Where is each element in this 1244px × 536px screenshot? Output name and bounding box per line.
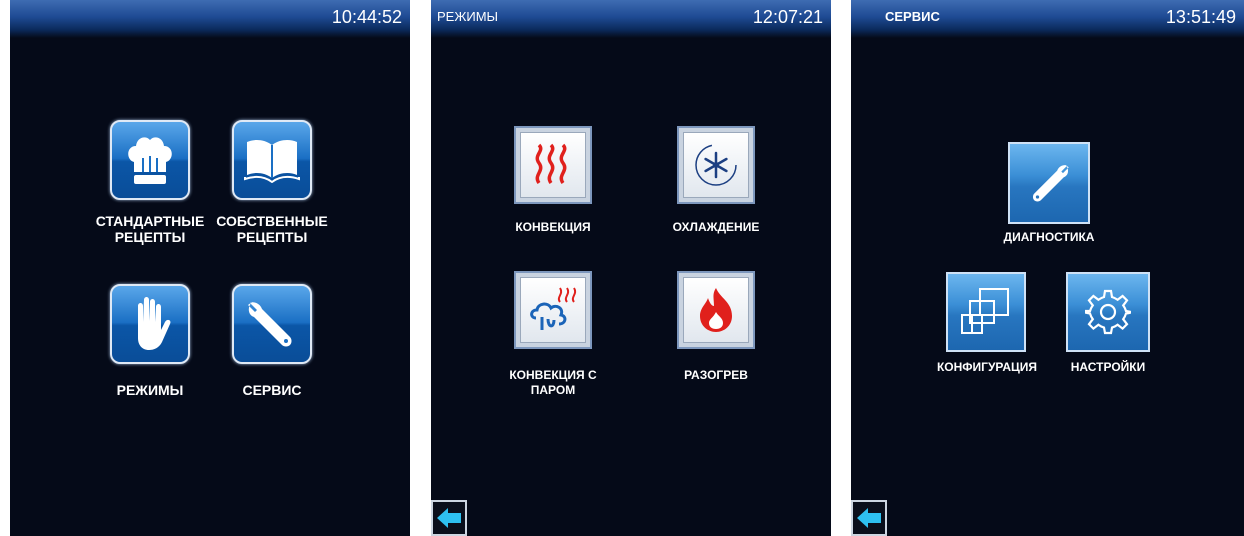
convection-label-line1: КОНВЕКЦИЯ — [515, 220, 591, 234]
back-arrow-icon — [437, 508, 461, 528]
steam-convection-label: КОНВЕКЦИЯ С ПАРОМ — [483, 368, 623, 398]
convection-button[interactable] — [514, 126, 592, 204]
flame-icon — [700, 288, 732, 332]
own-recipes-label: СОБСТВЕННЫЕ РЕЦЕПТЫ — [210, 213, 334, 245]
settings-label: НАСТРОЙКИ — [1038, 360, 1178, 375]
settings-button[interactable] — [1066, 272, 1150, 352]
steam-convection-icon — [530, 287, 577, 330]
convection-heat-icon — [535, 143, 567, 185]
own-recipes-button[interactable] — [232, 120, 312, 200]
steam-convection-label-line1: КОНВЕКЦИЯ С — [509, 368, 597, 382]
steam-convection-button[interactable] — [514, 271, 592, 349]
service-label-line1: СЕРВИС — [242, 382, 302, 398]
standard-recipes-label: СТАНДАРТНЫЕ РЕЦЕПТЫ — [88, 213, 212, 245]
service-label: СЕРВИС — [210, 382, 334, 398]
wrench-icon — [248, 302, 292, 347]
cooling-label: ОХЛАЖДЕНИЕ — [646, 220, 786, 235]
hand-icon — [138, 297, 171, 350]
preheat-button[interactable] — [677, 271, 755, 349]
wrench-icon — [1032, 164, 1069, 202]
cooling-fan-icon — [695, 144, 737, 186]
standard-recipes-label-line2: РЕЦЕПТЫ — [114, 229, 186, 245]
back-button[interactable] — [851, 500, 887, 536]
top-bar: 10:44:52 — [10, 0, 410, 38]
configuration-label-line1: КОНФИГУРАЦИЯ — [936, 360, 1038, 374]
back-arrow-icon — [857, 508, 881, 528]
own-recipes-label-line2: РЕЦЕПТЫ — [236, 229, 308, 245]
cooling-label-line1: ОХЛАЖДЕНИЕ — [672, 220, 760, 234]
settings-label-line1: НАСТРОЙКИ — [1070, 360, 1146, 374]
chef-hat-icon — [128, 137, 172, 184]
modes-screen: РЕЖИМЫ 12:07:21 КОНВЕКЦИЯ ОХЛАЖДЕНИЕ КОН… — [431, 0, 831, 536]
diagnostics-label: ДИАГНОСТИКА — [969, 230, 1129, 245]
service-screen: СЕРВИС 13:51:49 ДИАГНОСТИКА КОНФИГУРАЦИЯ… — [851, 0, 1244, 536]
clock: 12:07:21 — [752, 7, 823, 27]
clock: 10:44:52 — [331, 7, 402, 27]
main-menu-screen: 10:44:52 СТАНДАРТНЫЕ РЕЦЕПТЫ СОБСТВЕННЫЕ… — [10, 0, 410, 536]
modes-label: РЕЖИМЫ — [88, 382, 212, 398]
screen-title: СЕРВИС — [885, 9, 940, 24]
standard-recipes-label-line1: СТАНДАРТНЫЕ — [95, 213, 205, 229]
modes-button[interactable] — [110, 284, 190, 364]
screen-title: РЕЖИМЫ — [437, 9, 499, 24]
own-recipes-label-line1: СОБСТВЕННЫЕ — [216, 213, 328, 229]
configuration-windows-icon — [961, 288, 1009, 334]
back-button[interactable] — [431, 500, 467, 536]
configuration-label: КОНФИГУРАЦИЯ — [917, 360, 1057, 375]
preheat-label: РАЗОГРЕВ — [646, 368, 786, 383]
diagnostics-label-line1: ДИАГНОСТИКА — [1003, 230, 1095, 244]
standard-recipes-button[interactable] — [110, 120, 190, 200]
cooling-button[interactable] — [677, 126, 755, 204]
top-bar: СЕРВИС 13:51:49 — [851, 0, 1244, 38]
clock: 13:51:49 — [1165, 7, 1236, 27]
diagnostics-button[interactable] — [1008, 142, 1090, 224]
service-button[interactable] — [232, 284, 312, 364]
top-bar: РЕЖИМЫ 12:07:21 — [431, 0, 831, 38]
configuration-button[interactable] — [946, 272, 1026, 352]
convection-label: КОНВЕКЦИЯ — [483, 220, 623, 235]
preheat-label-line1: РАЗОГРЕВ — [684, 368, 748, 382]
modes-label-line1: РЕЖИМЫ — [116, 382, 184, 398]
steam-convection-label-line2: ПАРОМ — [530, 383, 576, 397]
book-icon — [244, 140, 300, 183]
gear-icon — [1085, 289, 1131, 335]
